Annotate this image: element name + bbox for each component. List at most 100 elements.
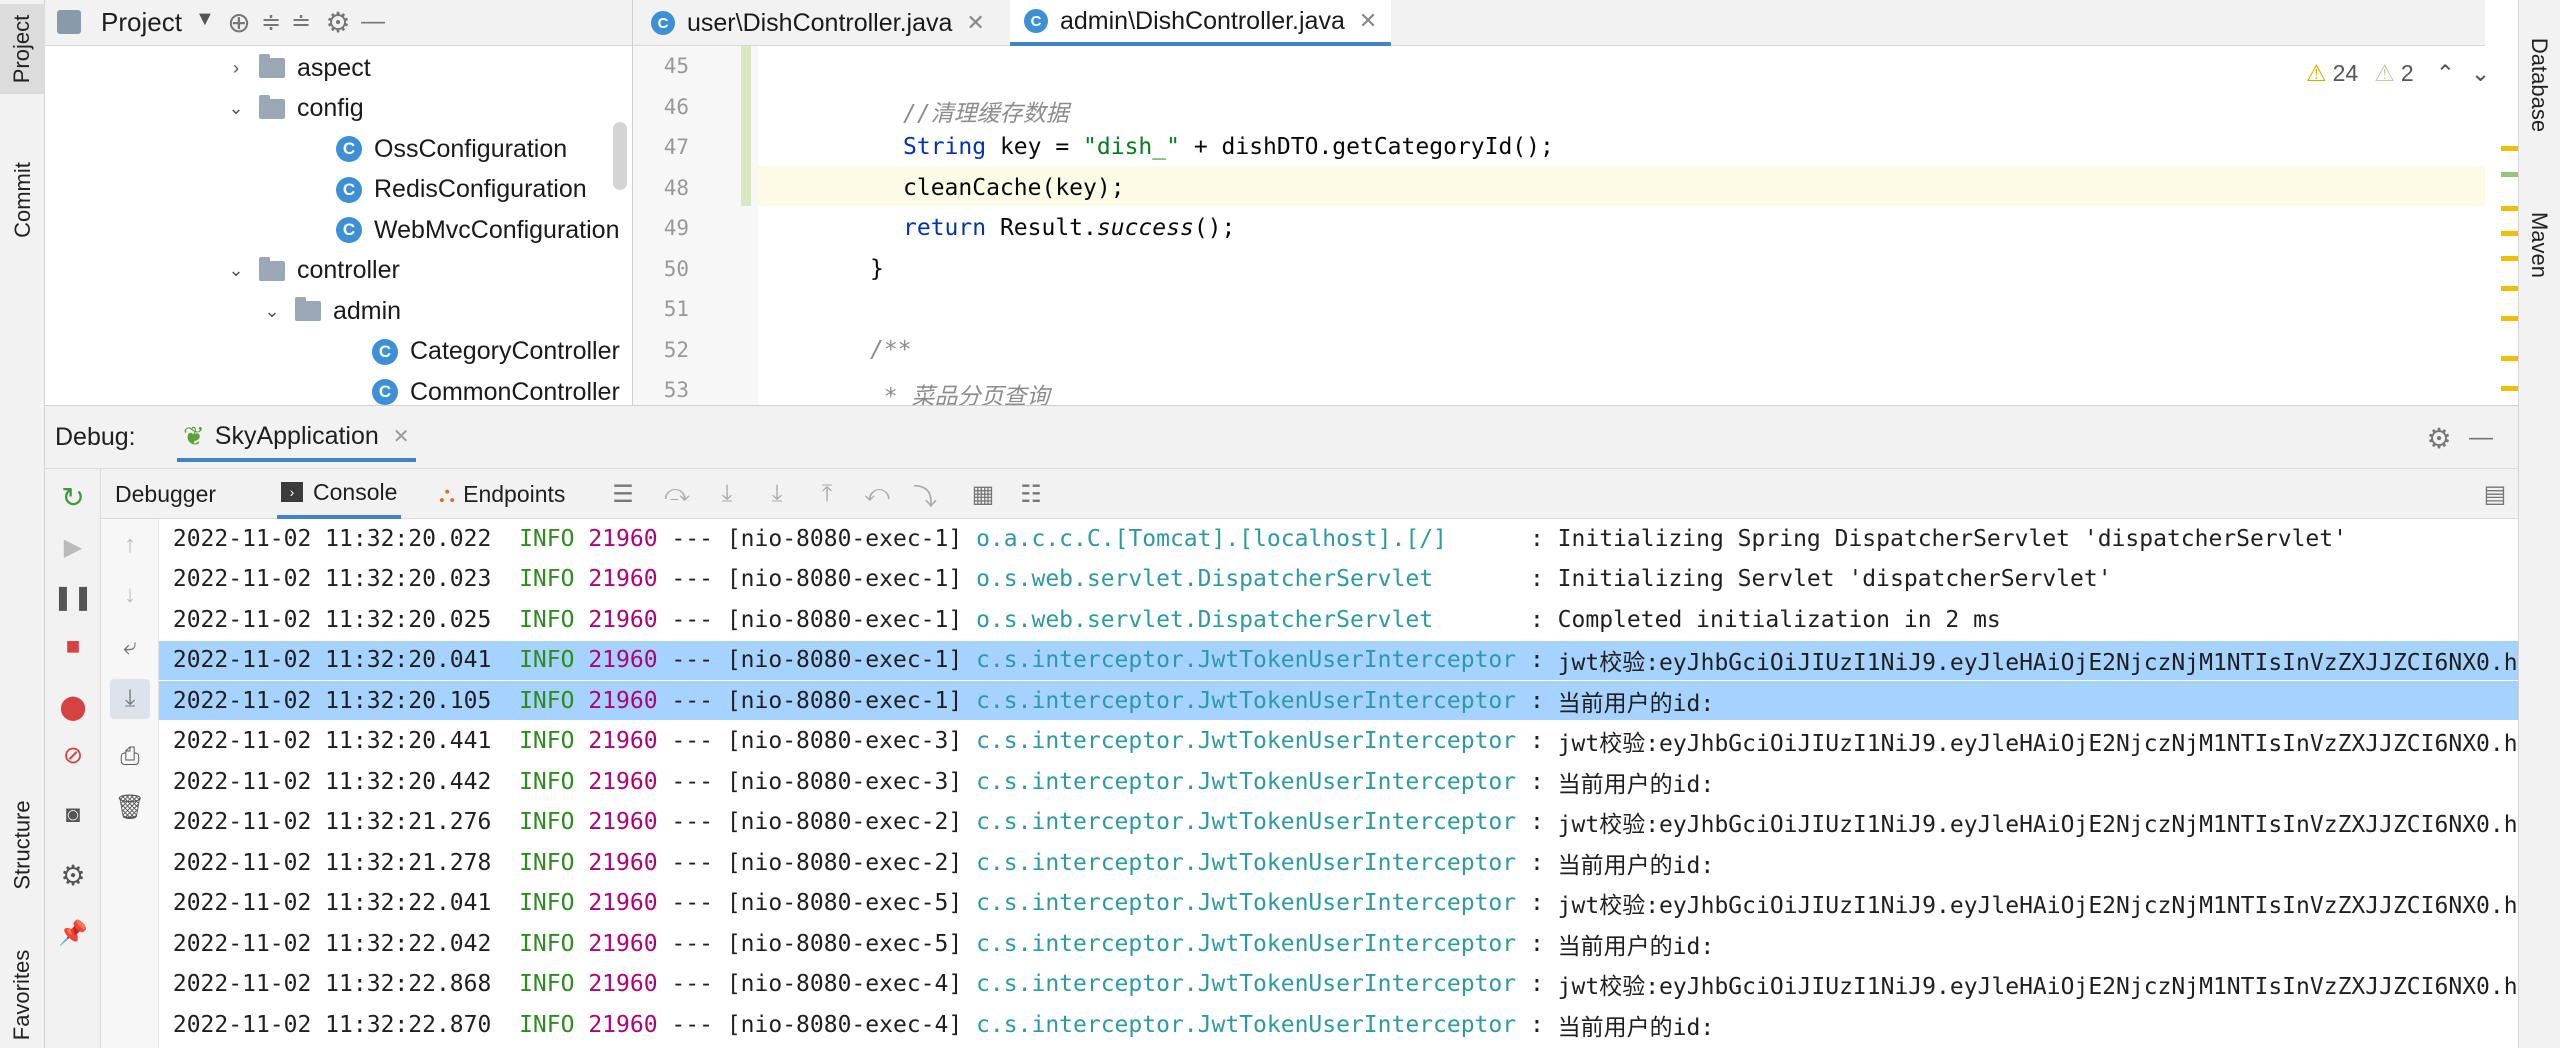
pin-icon[interactable]: 📌 (57, 917, 89, 949)
commit-tool-tab[interactable]: Commit (0, 150, 45, 250)
log-line[interactable]: 2022-11-02 11:32:20.441 INFO 21960 --- [… (159, 722, 2518, 761)
log-thread: [nio-8080-exec-4] (726, 971, 963, 997)
line-number: 51 (663, 297, 689, 321)
log-pid: 21960 (588, 930, 658, 957)
class-icon: C (336, 136, 362, 162)
chevron-down-icon[interactable]: ▼ (195, 8, 215, 31)
chevron-down-icon[interactable]: ⌄ (2471, 60, 2490, 87)
favorites-tool-tab[interactable]: Favorites (0, 945, 45, 1045)
rerun-icon[interactable]: ↻ (57, 481, 89, 513)
project-tool-tab[interactable]: Project (0, 4, 45, 94)
log-line[interactable]: 2022-11-02 11:32:20.105 INFO 21960 --- [… (159, 681, 2518, 720)
log-line[interactable]: 2022-11-02 11:32:20.442 INFO 21960 --- [… (159, 762, 2518, 801)
database-tool-tab[interactable]: Database (2517, 20, 2560, 150)
editor-tab-bar: C user\DishController.java ✕ C admin\Dish… (633, 0, 2485, 46)
project-panel: Project ▼ ⊕ ≑ ≐ ⚙ — › aspect ⌄ config C OssCo… (45, 0, 633, 405)
tree-scrollbar[interactable] (613, 122, 627, 190)
trash-icon[interactable]: 🗑 (114, 791, 146, 823)
project-view-icon (57, 10, 81, 34)
tree-folder[interactable]: ⌄ controller (225, 251, 400, 291)
run-to-cursor-icon[interactable]: ⤵ (909, 478, 941, 511)
log-pid: 21960 (588, 687, 658, 714)
up-arrow-icon[interactable]: ↑ (114, 529, 146, 561)
evaluate-icon[interactable]: ▦ (967, 478, 999, 510)
chevron-right-icon[interactable]: › (225, 58, 247, 79)
log-ts: 2022-11-02 11:32:20.441 (172, 728, 492, 754)
chevron-down-icon[interactable]: ⌄ (261, 301, 283, 322)
tree-folder[interactable]: ⌄ config (225, 89, 363, 129)
tree-class[interactable]: C WebMvcConfiguration (336, 210, 619, 250)
mute-breakpoints-icon[interactable]: ⊘ (57, 739, 89, 771)
log-level: INFO (519, 809, 575, 835)
chevron-down-icon[interactable]: ⌄ (225, 98, 247, 119)
tree-class[interactable]: C OssConfiguration (336, 129, 567, 169)
maven-tool-tab[interactable]: Maven (2517, 190, 2560, 300)
settings-icon[interactable]: ⚙ (57, 859, 89, 891)
soft-wrap-icon[interactable]: ⤶ (114, 631, 146, 663)
camera-icon[interactable]: ◙ (57, 799, 89, 831)
log-line[interactable]: 2022-11-02 11:32:22.042 INFO 21960 --- [… (159, 924, 2518, 963)
log-line[interactable]: 2022-11-02 11:32:22.868 INFO 21960 --- [… (159, 965, 2518, 1004)
minimize-icon[interactable]: — (2463, 420, 2499, 456)
run-config-tab[interactable]: ❦ SkyApplication ✕ (177, 414, 416, 462)
log-line[interactable]: 2022-11-02 11:32:21.278 INFO 21960 --- [… (159, 843, 2518, 882)
chevron-down-icon[interactable]: ⌄ (225, 260, 247, 281)
log-line[interactable]: 2022-11-02 11:32:22.870 INFO 21960 --- [… (159, 1005, 2518, 1044)
log-thread: [nio-8080-exec-5] (726, 890, 963, 916)
gear-icon[interactable]: ⚙ (2421, 420, 2457, 456)
chevron-up-icon[interactable]: ⌃ (2436, 60, 2455, 87)
step-into-icon[interactable]: ⤓ (711, 478, 743, 510)
restore-layout-icon[interactable]: ▤ (2479, 478, 2511, 510)
class-icon: C (372, 379, 398, 405)
code-line: /** (870, 336, 912, 363)
tab-admin-dish-controller[interactable]: C admin\DishController.java ✕ (1010, 0, 1392, 46)
tree-class[interactable]: C CommonController (372, 372, 620, 405)
structure-tool-tab[interactable]: Structure (0, 780, 45, 910)
log-logger: c.s.interceptor.JwtTokenUserInterceptor (976, 930, 1517, 957)
tree-class[interactable]: C RedisConfiguration (336, 170, 587, 210)
log-logger: c.s.interceptor.JwtTokenUserInterceptor (976, 1011, 1517, 1038)
minimize-icon[interactable]: — (357, 6, 389, 38)
collapse-all-icon[interactable]: ≐ (285, 6, 317, 38)
tree-folder[interactable]: › aspect (225, 48, 371, 88)
inspection-widget[interactable]: ⚠ 24 ⚠ 2 ⌃ ⌄ (2306, 60, 2490, 87)
force-step-into-icon[interactable]: ⤓ (761, 478, 793, 510)
log-line[interactable]: 2022-11-02 11:32:22.041 INFO 21960 --- [… (159, 884, 2518, 923)
tab-endpoints[interactable]: ⛬ Endpoints (439, 469, 565, 519)
trace-icon[interactable]: ☷ (1015, 478, 1047, 510)
log-line[interactable]: 2022-11-02 11:32:21.276 INFO 21960 --- [… (159, 803, 2518, 842)
drop-frame-icon[interactable]: ⤺ (861, 478, 893, 510)
tree-class[interactable]: C CategoryController (372, 332, 620, 372)
pause-icon[interactable]: ❚❚ (53, 581, 93, 613)
log-line[interactable]: 2022-11-02 11:32:20.041 INFO 21960 --- [… (159, 640, 2518, 680)
log-line[interactable]: 2022-11-02 11:32:20.025 INFO 21960 --- [… (159, 600, 2518, 639)
resume-icon[interactable]: ▶ (57, 531, 89, 563)
log-line[interactable]: 2022-11-02 11:32:20.023 INFO 21960 --- [… (159, 560, 2518, 599)
console-output[interactable]: 2022-11-02 11:32:20.022 INFO 21960 --- [… (159, 519, 2518, 1048)
close-icon[interactable]: ✕ (1359, 8, 1377, 34)
log-line[interactable]: 2022-11-02 11:32:20.022 INFO 21960 --- [… (159, 519, 2518, 558)
close-icon[interactable]: ✕ (393, 424, 410, 449)
tab-user-dish-controller[interactable]: C user\DishController.java ✕ (637, 0, 999, 46)
view-breakpoints-icon[interactable]: ⬤ (57, 691, 89, 723)
tab-console[interactable]: › Console (277, 469, 402, 519)
tab-debugger[interactable]: Debugger (115, 469, 216, 519)
gear-icon[interactable]: ⚙ (322, 6, 354, 38)
expand-all-icon[interactable]: ≑ (255, 6, 287, 38)
print-icon[interactable]: ⎙ (114, 741, 146, 773)
tree-folder[interactable]: ⌄ admin (261, 291, 401, 331)
log-ts: 2022-11-02 11:32:22.868 (172, 971, 492, 997)
tree-item-label: controller (297, 256, 400, 284)
layout-icon[interactable]: ☰ (607, 478, 639, 510)
down-arrow-icon[interactable]: ↓ (114, 579, 146, 611)
step-over-icon[interactable]: ⤼ (661, 478, 693, 510)
stop-icon[interactable]: ■ (57, 631, 89, 663)
console-icon: › (281, 482, 303, 502)
log-level: INFO (519, 849, 575, 876)
scroll-to-end-icon[interactable]: ⤓ (110, 679, 150, 719)
close-icon[interactable]: ✕ (966, 10, 984, 36)
log-pid: 21960 (588, 971, 658, 997)
step-out-icon[interactable]: ⤒ (811, 478, 843, 510)
locate-icon[interactable]: ⊕ (223, 6, 255, 38)
line-number: 45 (663, 54, 689, 78)
